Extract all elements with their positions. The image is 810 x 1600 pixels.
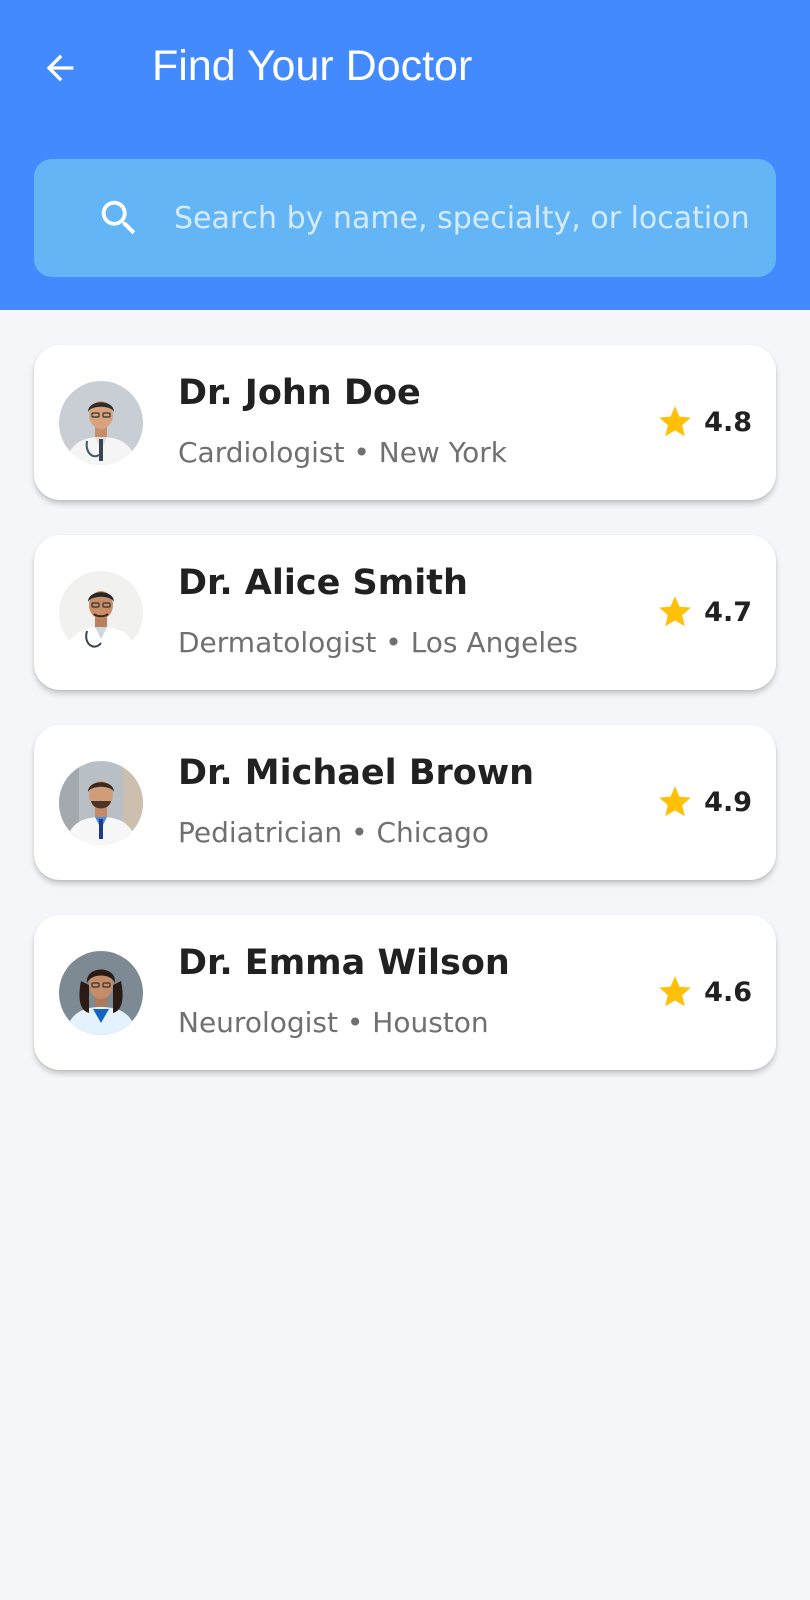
star-icon xyxy=(659,406,691,437)
rating: 4.6 xyxy=(656,973,752,1011)
doctor-card-alice-smith[interactable]: Dr. Alice Smith Dermatologist • Los Ange… xyxy=(34,535,776,690)
avatar xyxy=(59,381,143,465)
doctor-card-michael-brown[interactable]: Dr. Michael Brown Pediatrician • Chicago… xyxy=(34,725,776,880)
doctor-specialty-location: Neurologist • Houston xyxy=(178,1006,489,1039)
rating-value: 4.7 xyxy=(704,596,752,628)
back-button[interactable] xyxy=(36,44,84,92)
app-header: Find Your Doctor xyxy=(0,0,810,310)
doctor-name: Dr. John Doe xyxy=(178,373,421,413)
rating-value: 4.6 xyxy=(704,976,752,1008)
star-icon xyxy=(659,976,691,1007)
doctor-name: Dr. Michael Brown xyxy=(178,753,535,793)
doctor-specialty-location: Cardiologist • New York xyxy=(178,436,507,469)
doctor-specialty-location: Pediatrician • Chicago xyxy=(178,816,490,849)
search-icon xyxy=(101,200,136,235)
avatar xyxy=(59,571,143,655)
rating: 4.7 xyxy=(656,593,752,631)
search-bar[interactable] xyxy=(34,159,776,277)
doctor-card-john-doe[interactable]: Dr. John Doe Cardiologist • New York 4.8 xyxy=(34,345,776,500)
doctor-name: Dr. Alice Smith xyxy=(178,563,468,603)
star-icon xyxy=(659,596,691,627)
star-icon xyxy=(659,786,691,817)
doctor-card-emma-wilson[interactable]: Dr. Emma Wilson Neurologist • Houston 4.… xyxy=(34,915,776,1070)
doctor-specialty-location: Dermatologist • Los Angeles xyxy=(178,626,578,659)
doctor-name: Dr. Emma Wilson xyxy=(178,943,510,983)
arrow-left-icon xyxy=(46,54,74,82)
avatar xyxy=(59,951,143,1035)
page-title: Find Your Doctor xyxy=(152,42,473,90)
rating-value: 4.8 xyxy=(704,406,752,438)
avatar xyxy=(59,761,143,845)
rating: 4.8 xyxy=(656,403,752,441)
rating: 4.9 xyxy=(656,783,752,821)
rating-value: 4.9 xyxy=(704,786,752,818)
search-input[interactable] xyxy=(174,183,774,253)
